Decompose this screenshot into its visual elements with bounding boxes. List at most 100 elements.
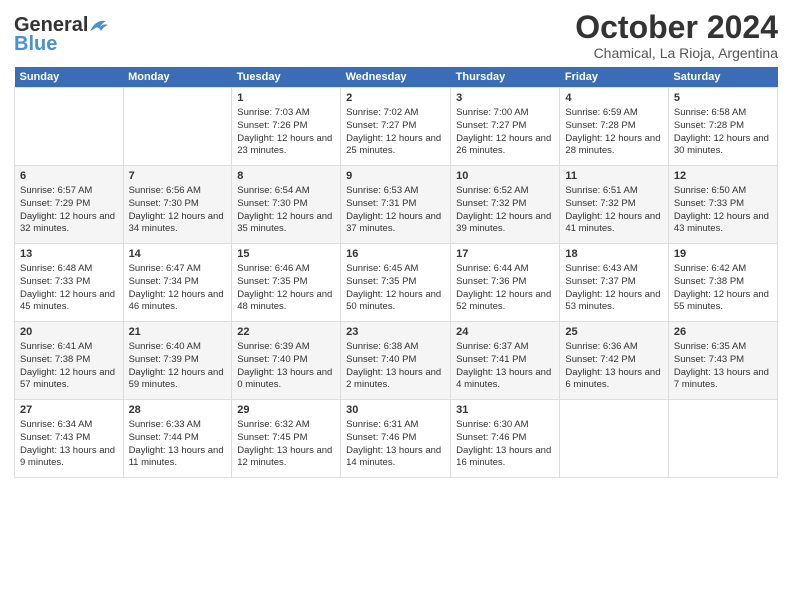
daylight-text: Daylight: 13 hours and 9 minutes.	[20, 445, 118, 471]
sunset-text: Sunset: 7:45 PM	[237, 432, 335, 445]
sunset-text: Sunset: 7:29 PM	[20, 198, 118, 211]
sunrise-text: Sunrise: 6:39 AM	[237, 341, 335, 354]
sunset-text: Sunset: 7:28 PM	[674, 120, 772, 133]
day-number: 15	[237, 247, 335, 262]
calendar-cell: 29Sunrise: 6:32 AMSunset: 7:45 PMDayligh…	[232, 400, 341, 478]
daylight-text: Daylight: 12 hours and 23 minutes.	[237, 133, 335, 159]
calendar-cell: 6Sunrise: 6:57 AMSunset: 7:29 PMDaylight…	[15, 166, 124, 244]
day-number: 8	[237, 169, 335, 184]
sunrise-text: Sunrise: 6:51 AM	[565, 185, 662, 198]
sunrise-text: Sunrise: 6:48 AM	[20, 263, 118, 276]
calendar-cell: 23Sunrise: 6:38 AMSunset: 7:40 PMDayligh…	[341, 322, 451, 400]
calendar-cell: 28Sunrise: 6:33 AMSunset: 7:44 PMDayligh…	[123, 400, 232, 478]
daylight-text: Daylight: 13 hours and 7 minutes.	[674, 367, 772, 393]
daylight-text: Daylight: 13 hours and 12 minutes.	[237, 445, 335, 471]
day-number: 3	[456, 91, 554, 106]
location-subtitle: Chamical, La Rioja, Argentina	[575, 45, 778, 61]
sunset-text: Sunset: 7:30 PM	[129, 198, 227, 211]
sunset-text: Sunset: 7:39 PM	[129, 354, 227, 367]
calendar-cell: 15Sunrise: 6:46 AMSunset: 7:35 PMDayligh…	[232, 244, 341, 322]
sunrise-text: Sunrise: 6:52 AM	[456, 185, 554, 198]
day-number: 25	[565, 325, 662, 340]
sunrise-text: Sunrise: 6:59 AM	[565, 107, 662, 120]
day-number: 7	[129, 169, 227, 184]
sunset-text: Sunset: 7:37 PM	[565, 276, 662, 289]
sunset-text: Sunset: 7:33 PM	[674, 198, 772, 211]
calendar-cell: 26Sunrise: 6:35 AMSunset: 7:43 PMDayligh…	[668, 322, 777, 400]
header-wednesday: Wednesday	[341, 67, 451, 88]
calendar-cell: 14Sunrise: 6:47 AMSunset: 7:34 PMDayligh…	[123, 244, 232, 322]
page-container: General Blue October 2024 Chamical, La R…	[0, 0, 792, 488]
calendar-cell: 2Sunrise: 7:02 AMSunset: 7:27 PMDaylight…	[341, 88, 451, 166]
daylight-text: Daylight: 12 hours and 57 minutes.	[20, 367, 118, 393]
sunrise-text: Sunrise: 6:37 AM	[456, 341, 554, 354]
logo: General Blue	[14, 14, 110, 56]
calendar-cell: 11Sunrise: 6:51 AMSunset: 7:32 PMDayligh…	[560, 166, 668, 244]
sunrise-text: Sunrise: 6:40 AM	[129, 341, 227, 354]
sunrise-text: Sunrise: 6:54 AM	[237, 185, 335, 198]
calendar-week-2: 6Sunrise: 6:57 AMSunset: 7:29 PMDaylight…	[15, 166, 778, 244]
daylight-text: Daylight: 12 hours and 25 minutes.	[346, 133, 445, 159]
sunrise-text: Sunrise: 6:36 AM	[565, 341, 662, 354]
sunrise-text: Sunrise: 6:33 AM	[129, 419, 227, 432]
sunrise-text: Sunrise: 6:43 AM	[565, 263, 662, 276]
daylight-text: Daylight: 13 hours and 0 minutes.	[237, 367, 335, 393]
day-number: 24	[456, 325, 554, 340]
calendar-week-3: 13Sunrise: 6:48 AMSunset: 7:33 PMDayligh…	[15, 244, 778, 322]
calendar-cell: 17Sunrise: 6:44 AMSunset: 7:36 PMDayligh…	[451, 244, 560, 322]
day-number: 11	[565, 169, 662, 184]
sunrise-text: Sunrise: 6:35 AM	[674, 341, 772, 354]
calendar-header: Sunday Monday Tuesday Wednesday Thursday…	[15, 67, 778, 88]
sunrise-text: Sunrise: 6:53 AM	[346, 185, 445, 198]
calendar-cell: 21Sunrise: 6:40 AMSunset: 7:39 PMDayligh…	[123, 322, 232, 400]
calendar-cell: 4Sunrise: 6:59 AMSunset: 7:28 PMDaylight…	[560, 88, 668, 166]
sunrise-text: Sunrise: 6:46 AM	[237, 263, 335, 276]
day-number: 26	[674, 325, 772, 340]
sunset-text: Sunset: 7:41 PM	[456, 354, 554, 367]
sunset-text: Sunset: 7:38 PM	[20, 354, 118, 367]
daylight-text: Daylight: 12 hours and 41 minutes.	[565, 211, 662, 237]
day-number: 31	[456, 403, 554, 418]
daylight-text: Daylight: 12 hours and 26 minutes.	[456, 133, 554, 159]
day-number: 23	[346, 325, 445, 340]
calendar-cell: 30Sunrise: 6:31 AMSunset: 7:46 PMDayligh…	[341, 400, 451, 478]
sunset-text: Sunset: 7:40 PM	[237, 354, 335, 367]
sunset-text: Sunset: 7:27 PM	[456, 120, 554, 133]
daylight-text: Daylight: 12 hours and 48 minutes.	[237, 289, 335, 315]
calendar-week-5: 27Sunrise: 6:34 AMSunset: 7:43 PMDayligh…	[15, 400, 778, 478]
calendar-cell: 22Sunrise: 6:39 AMSunset: 7:40 PMDayligh…	[232, 322, 341, 400]
day-number: 28	[129, 403, 227, 418]
day-number: 9	[346, 169, 445, 184]
sunrise-text: Sunrise: 7:02 AM	[346, 107, 445, 120]
daylight-text: Daylight: 13 hours and 6 minutes.	[565, 367, 662, 393]
header-friday: Friday	[560, 67, 668, 88]
sunset-text: Sunset: 7:31 PM	[346, 198, 445, 211]
sunrise-text: Sunrise: 7:03 AM	[237, 107, 335, 120]
sunrise-text: Sunrise: 6:38 AM	[346, 341, 445, 354]
sunrise-text: Sunrise: 6:34 AM	[20, 419, 118, 432]
calendar-cell: 8Sunrise: 6:54 AMSunset: 7:30 PMDaylight…	[232, 166, 341, 244]
calendar-table: Sunday Monday Tuesday Wednesday Thursday…	[14, 67, 778, 478]
sunrise-text: Sunrise: 6:42 AM	[674, 263, 772, 276]
header-tuesday: Tuesday	[232, 67, 341, 88]
sunset-text: Sunset: 7:40 PM	[346, 354, 445, 367]
daylight-text: Daylight: 13 hours and 2 minutes.	[346, 367, 445, 393]
day-number: 16	[346, 247, 445, 262]
daylight-text: Daylight: 12 hours and 28 minutes.	[565, 133, 662, 159]
sunrise-text: Sunrise: 6:57 AM	[20, 185, 118, 198]
sunrise-text: Sunrise: 6:58 AM	[674, 107, 772, 120]
calendar-week-4: 20Sunrise: 6:41 AMSunset: 7:38 PMDayligh…	[15, 322, 778, 400]
day-number: 22	[237, 325, 335, 340]
sunrise-text: Sunrise: 6:44 AM	[456, 263, 554, 276]
sunset-text: Sunset: 7:38 PM	[674, 276, 772, 289]
logo-bird-icon	[88, 17, 110, 35]
sunset-text: Sunset: 7:35 PM	[237, 276, 335, 289]
daylight-text: Daylight: 12 hours and 52 minutes.	[456, 289, 554, 315]
calendar-cell: 20Sunrise: 6:41 AMSunset: 7:38 PMDayligh…	[15, 322, 124, 400]
sunrise-text: Sunrise: 6:56 AM	[129, 185, 227, 198]
sunrise-text: Sunrise: 6:50 AM	[674, 185, 772, 198]
sunrise-text: Sunrise: 7:00 AM	[456, 107, 554, 120]
sunset-text: Sunset: 7:32 PM	[456, 198, 554, 211]
day-number: 14	[129, 247, 227, 262]
daylight-text: Daylight: 12 hours and 32 minutes.	[20, 211, 118, 237]
